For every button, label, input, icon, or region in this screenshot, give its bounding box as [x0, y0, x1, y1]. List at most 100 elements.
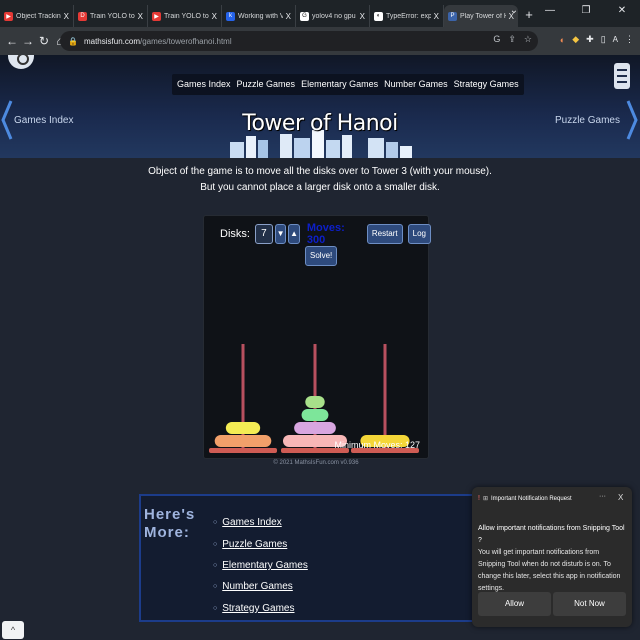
- lock-icon[interactable]: 🔒: [68, 37, 78, 46]
- restore-button[interactable]: ❐: [568, 0, 604, 24]
- site-logo[interactable]: [8, 55, 34, 69]
- sidebar-icon[interactable]: ▯: [601, 34, 606, 45]
- chevron-right-icon[interactable]: [626, 99, 638, 141]
- tab-close-icon[interactable]: X: [138, 12, 143, 21]
- tab-close-icon[interactable]: X: [64, 12, 69, 21]
- bullet-icon: ○: [213, 519, 218, 527]
- notification-more-button[interactable]: ···: [599, 493, 606, 500]
- close-window-button[interactable]: ✕: [604, 0, 640, 24]
- hanoi-disk: [294, 422, 336, 434]
- browser-tab[interactable]: DTrain YOLO to deteX: [74, 5, 148, 27]
- prev-games-link[interactable]: Games Index: [14, 115, 73, 126]
- more-link[interactable]: Number Games: [222, 581, 293, 592]
- browser-tab[interactable]: ▶Object Tracking frX: [0, 5, 74, 27]
- bullet-icon: ○: [213, 604, 218, 612]
- browser-tab[interactable]: kWorking with VideX: [222, 5, 296, 27]
- hanoi-game-panel: Disks: 7 ▼ ▲ Moves: 300 Restart Log Solv…: [203, 215, 432, 459]
- bullet-icon: ○: [213, 583, 218, 591]
- page-title: Tower of Hanoi: [242, 111, 398, 136]
- tower-rod: [241, 344, 245, 448]
- instruction-line-2: But you cannot place a larger disk onto …: [200, 182, 440, 193]
- forward-button[interactable]: →: [20, 34, 36, 48]
- google-lens-icon[interactable]: G: [493, 34, 500, 45]
- disks-increase-button[interactable]: ▲: [288, 224, 300, 244]
- omnibox-icons: G ⇪ ☆: [493, 34, 532, 45]
- more-link[interactable]: Elementary Games: [222, 560, 308, 571]
- window-controls: ⌄ — ❐ ✕: [496, 0, 640, 24]
- more-link[interactable]: Games Index: [222, 517, 281, 528]
- tab-close-icon[interactable]: X: [212, 12, 217, 21]
- notification-detail: You will get important notifications fro…: [478, 549, 621, 592]
- notification-question: Allow important notifications from Snipp…: [478, 525, 625, 544]
- heres-more-box: Here's More: ○ Games Index ○ Puzzle Games ○ E…: [139, 494, 501, 622]
- menu-link[interactable]: Puzzle Games: [234, 74, 299, 95]
- bookmark-star-icon[interactable]: ☆: [524, 34, 532, 45]
- not-now-button[interactable]: Not Now: [553, 592, 626, 616]
- tab-favicon-icon: k: [226, 11, 235, 21]
- extension-icons: ◐ ◆ ✚ ▯ A ⋮: [560, 34, 634, 45]
- tab-favicon-icon: ◐: [374, 11, 383, 21]
- menu-link[interactable]: Games Index: [174, 74, 234, 95]
- minimize-button[interactable]: —: [532, 0, 568, 24]
- extension-icon-1[interactable]: ◐: [560, 35, 565, 45]
- games-menu: Games Index Puzzle Games Elementary Games N…: [172, 74, 524, 95]
- browser-tab[interactable]: Gyolov4 no gpu - GoX: [296, 5, 370, 27]
- tab-favicon-icon: ▶: [4, 11, 13, 21]
- browser-tab[interactable]: ◐TypeError: expecteX: [370, 5, 444, 27]
- heres-more-line-2: More:: [144, 524, 190, 541]
- next-games-link[interactable]: Puzzle Games: [555, 115, 620, 126]
- allow-button[interactable]: Allow: [478, 592, 551, 616]
- menu-link[interactable]: Strategy Games: [451, 74, 522, 95]
- list-item: ○ Number Games: [213, 576, 308, 597]
- hanoi-disk: [305, 396, 325, 408]
- disks-count-field[interactable]: 7: [254, 224, 273, 244]
- tab-search-icon[interactable]: ⌄: [496, 0, 532, 24]
- disks-decrease-button[interactable]: ▼: [274, 224, 287, 244]
- instruction-line-1: Object of the game is to move all the di…: [148, 166, 492, 177]
- more-link[interactable]: Strategy Games: [222, 603, 294, 614]
- profile-avatar[interactable]: A: [613, 35, 618, 44]
- game-instructions: Object of the game is to move all the di…: [120, 164, 520, 196]
- restart-button[interactable]: Restart: [366, 224, 403, 244]
- tab-title: Train YOLO to dete: [164, 12, 209, 20]
- tower-base: [209, 448, 277, 453]
- hanoi-disk: [214, 435, 272, 447]
- more-link[interactable]: Puzzle Games: [222, 539, 287, 550]
- notification-title: Important Notification Request: [490, 495, 572, 502]
- menu-link[interactable]: Number Games: [381, 74, 451, 95]
- moves-counter: Moves: 300: [306, 222, 345, 246]
- reload-button[interactable]: ↻: [36, 34, 52, 48]
- tab-close-icon[interactable]: X: [286, 12, 291, 21]
- kebab-menu-icon[interactable]: ⋮: [625, 34, 634, 45]
- list-item: ○ Elementary Games: [213, 555, 308, 576]
- hamburger-menu-icon[interactable]: [614, 63, 630, 89]
- tab-favicon-icon: D: [78, 11, 87, 21]
- extension-icon-2[interactable]: ◆: [572, 34, 579, 45]
- notification-header: ! ⊞ Important Notification Request: [478, 495, 572, 502]
- tab-title: Working with Vide: [238, 12, 283, 20]
- puzzle-icon[interactable]: ✚: [586, 34, 594, 45]
- taskbar-tray-button[interactable]: ^: [2, 621, 24, 639]
- log-button[interactable]: Log: [407, 224, 432, 244]
- tab-close-icon[interactable]: X: [360, 12, 365, 21]
- omnibox[interactable]: 🔒 mathsisfun.com/games/towerofhanoi.html…: [60, 31, 538, 51]
- notification-close-button[interactable]: X: [618, 493, 623, 502]
- copyright-text: © 2021 MathsIsFun.com v0.936: [273, 460, 359, 466]
- list-item: ○ Puzzle Games: [213, 533, 308, 554]
- alert-icon: !: [478, 495, 480, 502]
- tab-title: Object Tracking fr: [16, 12, 61, 20]
- chevron-left-icon[interactable]: [1, 99, 13, 141]
- snipping-tool-icon: ⊞: [482, 496, 488, 502]
- tab-favicon-icon: G: [300, 11, 309, 21]
- notification-body: Allow important notifications from Snipp…: [478, 523, 628, 595]
- minimum-moves-text: Minimum Moves: 127: [334, 440, 420, 450]
- share-icon[interactable]: ⇪: [508, 34, 516, 45]
- tab-close-icon[interactable]: X: [434, 12, 439, 21]
- url-text[interactable]: mathsisfun.com/games/towerofhanoi.html: [84, 37, 232, 46]
- tab-list: ▶Object Tracking frXDTrain YOLO to deteX…: [0, 5, 518, 27]
- menu-link[interactable]: Elementary Games: [298, 74, 381, 95]
- browser-tab[interactable]: ▶Train YOLO to deteX: [148, 5, 222, 27]
- solve-button[interactable]: Solve!: [305, 246, 338, 266]
- bullet-icon: ○: [213, 561, 218, 569]
- back-button[interactable]: ←: [4, 34, 20, 48]
